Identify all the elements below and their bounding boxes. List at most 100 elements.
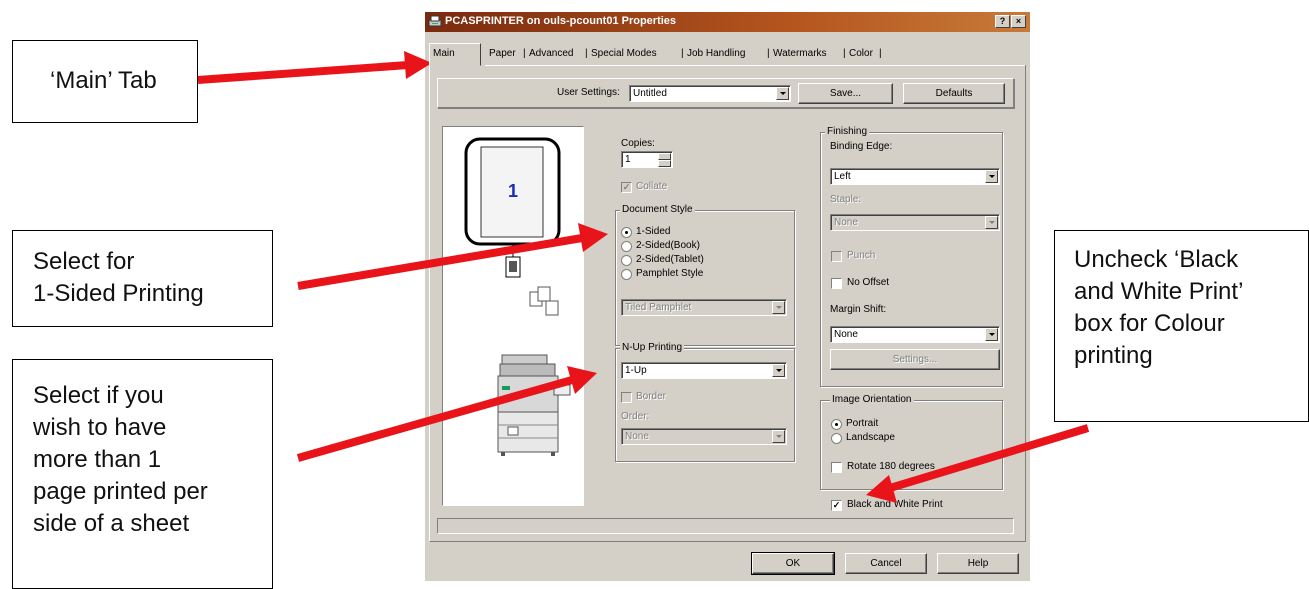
tab-advanced[interactable]: Advanced [527, 46, 576, 65]
title-bar[interactable]: PCASPRINTER on ouls-pcount01 Properties … [425, 12, 1030, 32]
status-strip [437, 518, 1014, 534]
callout-nup: Select if you wish to have more than 1 p… [12, 359, 273, 589]
collate-checkbox[interactable]: ✓ [621, 182, 632, 193]
callout-main-tab: ‘Main’ Tab [12, 40, 198, 123]
spinner-up-icon[interactable] [658, 153, 671, 160]
copies-label: Copies: [621, 138, 655, 149]
callout-bw: Uncheck ‘Black and White Print’ box for … [1054, 230, 1309, 422]
defaults-button[interactable]: Defaults [903, 83, 1005, 104]
chevron-down-icon[interactable] [776, 87, 789, 100]
settings-button[interactable]: Settings... [830, 349, 1000, 370]
black-and-white-checkbox[interactable]: ✓ [831, 500, 842, 511]
preview-pane: 1 [442, 126, 584, 506]
black-and-white-label: Black and White Print [847, 499, 943, 510]
binding-edge-value: Left [834, 171, 851, 182]
callout-nup-line-2: wish to have [33, 414, 167, 441]
nup-select[interactable]: 1-Up [621, 362, 787, 379]
binding-edge-label: Binding Edge: [830, 141, 893, 152]
radio-pamphlet-style[interactable] [621, 269, 632, 280]
callout-nup-line-3: more than 1 [33, 446, 162, 473]
dialog-title: PCASPRINTER on ouls-pcount01 Properties [445, 15, 677, 27]
chevron-down-icon[interactable] [985, 216, 998, 229]
option-2-sided-book-label: 2-Sided(Book) [636, 240, 700, 251]
help-title-button[interactable]: ? [995, 15, 1010, 28]
printer-properties-dialog: PCASPRINTER on ouls-pcount01 Properties … [425, 12, 1030, 581]
spinner-down-icon[interactable] [658, 160, 671, 167]
chevron-down-icon[interactable] [985, 328, 998, 341]
close-button[interactable]: × [1011, 15, 1026, 28]
copies-spinner[interactable]: 1 [621, 151, 673, 168]
pamphlet-style-value: Tiled Pamphlet [625, 302, 692, 313]
nup-value: 1-Up [625, 365, 647, 376]
callout-nup-line-5: side of a sheet [33, 510, 190, 537]
ok-button[interactable]: OK [751, 552, 835, 575]
rotate-180-checkbox[interactable] [831, 462, 842, 473]
image-orientation-group [820, 400, 1003, 490]
help-button[interactable]: Help [937, 553, 1019, 574]
callout-main-tab-text: ‘Main’ Tab [50, 67, 157, 94]
user-settings-select[interactable]: Untitled [629, 85, 791, 102]
margin-shift-value: None [834, 329, 858, 340]
tab-separator: | [523, 48, 526, 59]
radio-landscape[interactable] [831, 433, 842, 444]
tab-separator: | [767, 48, 770, 59]
image-orientation-label: Image Orientation [830, 394, 914, 405]
margin-shift-select[interactable]: None [830, 326, 1000, 343]
rotate-180-label: Rotate 180 degrees [847, 461, 935, 472]
tab-main[interactable]: Main [429, 43, 481, 66]
order-value: None [625, 431, 649, 442]
callout-nup-line-4: page printed per [33, 478, 208, 505]
tab-job-handling[interactable]: Job Handling [685, 46, 748, 65]
chevron-down-icon[interactable] [772, 364, 785, 377]
option-pamphlet-style-label: Pamphlet Style [636, 268, 704, 279]
option-2-sided-tablet-label: 2-Sided(Tablet) [636, 254, 704, 265]
landscape-label: Landscape [846, 432, 895, 443]
punch-checkbox[interactable] [831, 251, 842, 262]
tab-separator: | [843, 48, 846, 59]
printer-icon [428, 15, 442, 27]
preview-page-number: 1 [507, 181, 518, 201]
radio-portrait[interactable] [831, 419, 842, 430]
callout-one-sided-line-2: 1-Sided Printing [33, 280, 204, 307]
pamphlet-style-select[interactable]: Tiled Pamphlet [621, 299, 787, 316]
order-select[interactable]: None [621, 428, 787, 445]
border-checkbox[interactable] [621, 392, 632, 403]
tab-color[interactable]: Color [847, 46, 875, 65]
tab-special-modes[interactable]: Special Modes [589, 46, 659, 65]
tab-main-label: Main [433, 48, 455, 59]
punch-label: Punch [847, 250, 876, 261]
cancel-button[interactable]: Cancel [845, 553, 927, 574]
finishing-label: Finishing [825, 126, 870, 137]
arrow-to-main-tab [197, 51, 432, 84]
chevron-down-icon[interactable] [772, 301, 785, 314]
radio-2-sided-tablet[interactable] [621, 255, 632, 266]
margin-shift-label: Margin Shift: [830, 304, 887, 315]
user-settings-label: User Settings: [557, 87, 620, 98]
tab-separator: | [585, 48, 588, 59]
staple-label: Staple: [830, 194, 862, 205]
staple-value: None [834, 217, 858, 228]
save-button[interactable]: Save... [798, 83, 893, 104]
binding-edge-select[interactable]: Left [830, 168, 1000, 185]
order-label: Order: [621, 411, 650, 422]
callout-one-sided-line-1: Select for [33, 248, 135, 275]
no-offset-checkbox[interactable] [831, 278, 842, 289]
chevron-down-icon[interactable] [985, 170, 998, 183]
chevron-down-icon[interactable] [772, 430, 785, 443]
tab-separator: | [879, 48, 882, 59]
callout-one-sided: Select for 1-Sided Printing [12, 230, 273, 327]
portrait-label: Portrait [846, 418, 879, 429]
tab-separator: | [681, 48, 684, 59]
option-1-sided-label: 1-Sided [636, 226, 671, 237]
no-offset-label: No Offset [847, 277, 890, 288]
copies-value: 1 [625, 154, 631, 165]
radio-1-sided[interactable] [621, 227, 632, 238]
staple-select[interactable]: None [830, 214, 1000, 231]
tab-paper[interactable]: Paper [487, 46, 518, 65]
tab-watermarks[interactable]: Watermarks [771, 46, 829, 65]
document-style-label: Document Style [620, 204, 695, 215]
user-settings-value: Untitled [633, 88, 667, 99]
collate-label: Collate [636, 181, 668, 192]
callout-bw-line-3: box for Colour [1074, 310, 1225, 337]
radio-2-sided-book[interactable] [621, 241, 632, 252]
